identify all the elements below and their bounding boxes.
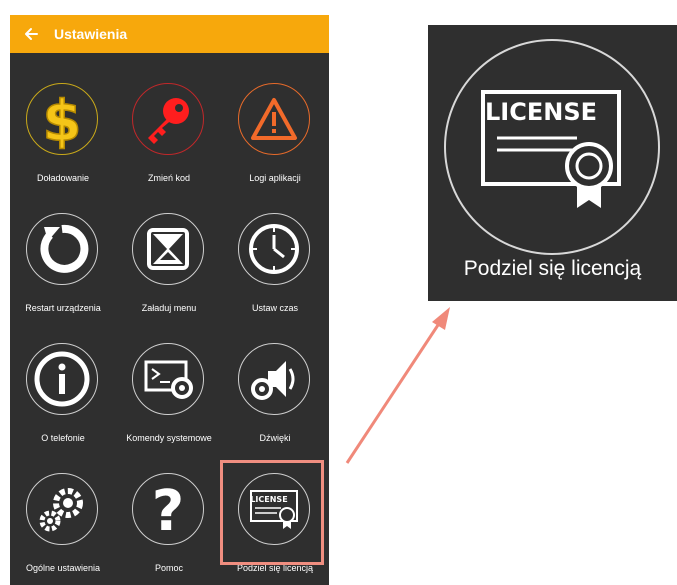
callout-arrow <box>345 307 450 464</box>
